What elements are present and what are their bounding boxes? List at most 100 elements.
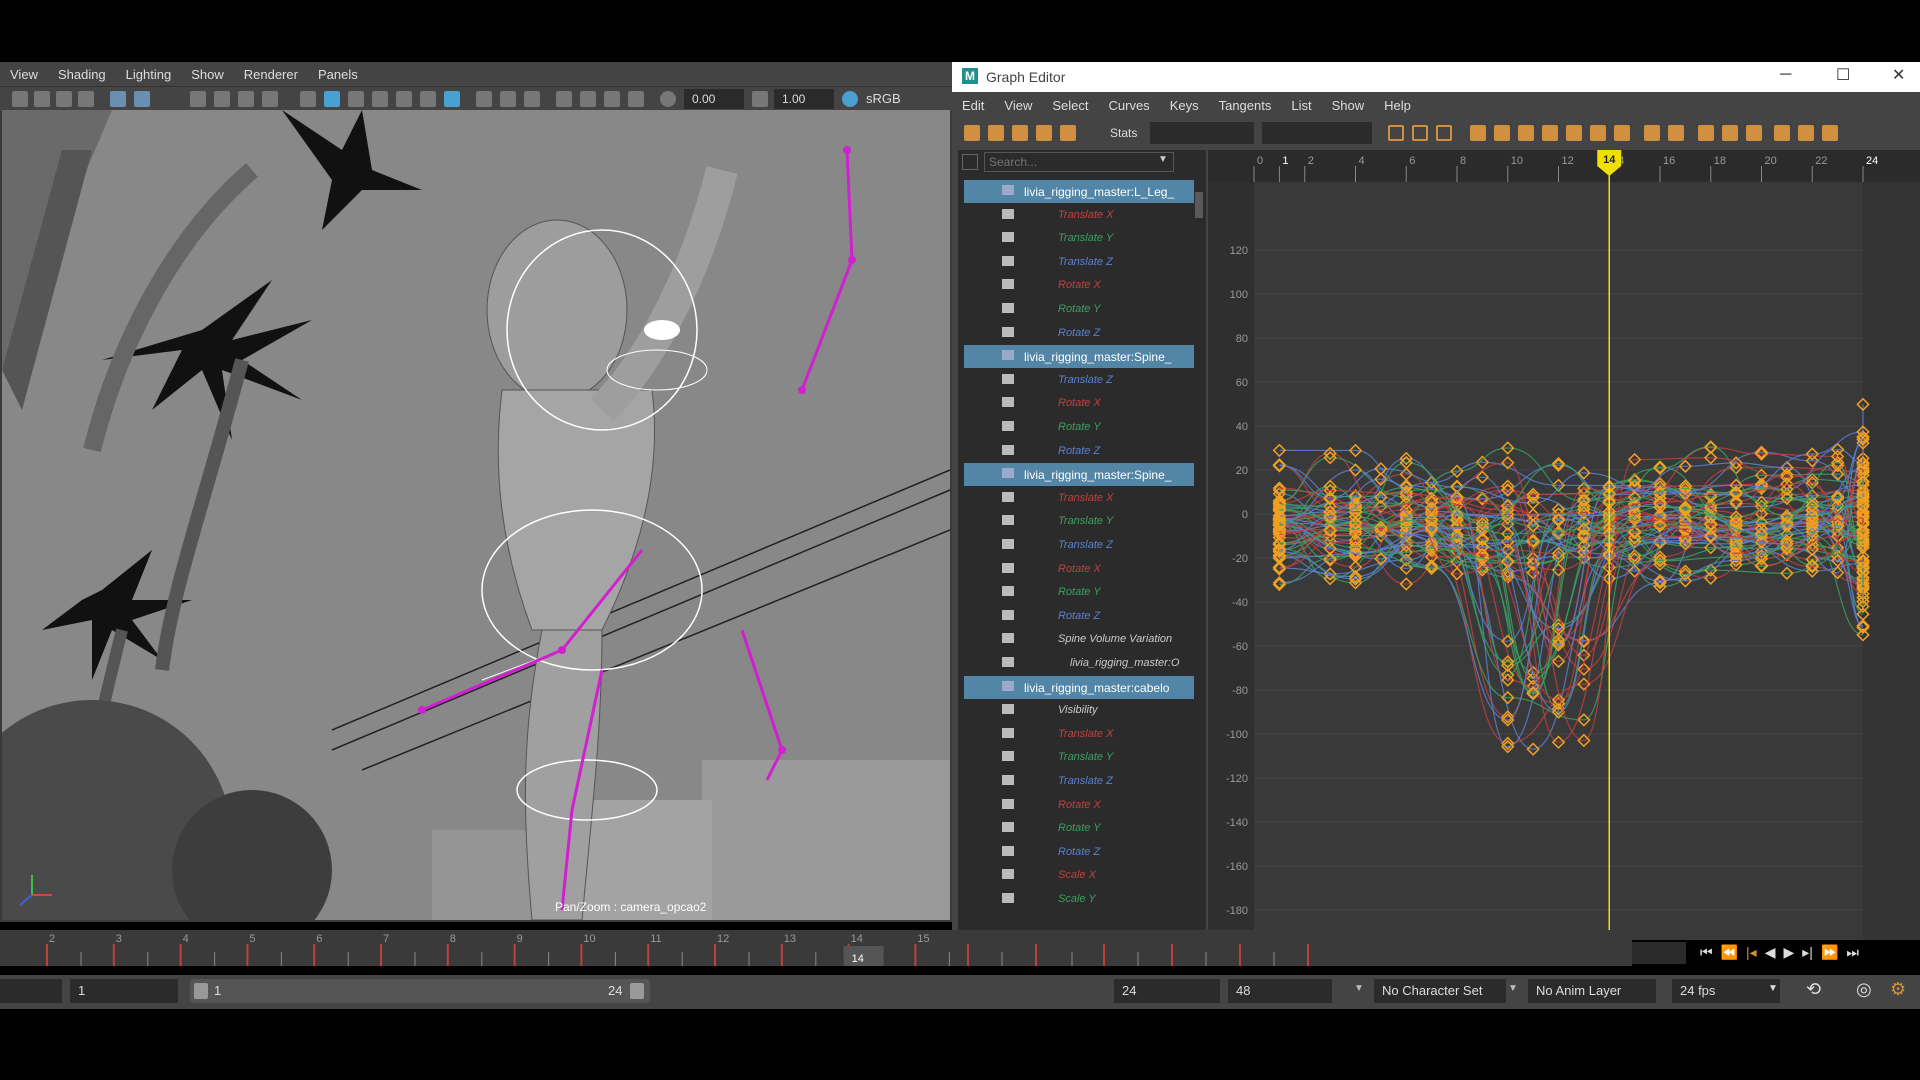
menu-keys[interactable]: Keys: [1160, 98, 1209, 113]
end-frame-field[interactable]: 24: [1114, 979, 1220, 1003]
graph-view[interactable]: 120 100 80 60 40 20 0 -20 -40 -60 -80 -100 -120 -140-…: [1208, 150, 1920, 961]
unify-tangent-icon[interactable]: [1668, 125, 1684, 141]
outliner-channel[interactable]: Translate Z: [964, 369, 1194, 392]
character-set-dropdown[interactable]: No Character Set: [1374, 979, 1506, 1003]
outliner-channel[interactable]: Scale X: [964, 864, 1194, 887]
outliner-node[interactable]: livia_rigging_master:Spine_: [964, 463, 1194, 487]
outliner-node[interactable]: livia_rigging_master:Spine_: [964, 345, 1194, 369]
anim-layer-dropdown[interactable]: No Anim Layer: [1528, 979, 1656, 1003]
retime-icon[interactable]: [1060, 125, 1076, 141]
character-set-dropdown-icon[interactable]: ▼: [1354, 983, 1364, 994]
wireframe-on-shaded-icon[interactable]: [348, 91, 364, 107]
outliner-channel[interactable]: Rotate X: [964, 392, 1194, 415]
smooth-shade-icon[interactable]: [324, 91, 340, 107]
color-space-label[interactable]: sRGB: [866, 91, 901, 106]
step-back-key-icon[interactable]: ⏪: [1721, 944, 1738, 961]
menu-panels[interactable]: Panels: [308, 67, 368, 82]
outliner-node[interactable]: livia_rigging_master:cabelo: [964, 675, 1194, 699]
xray-joints-icon[interactable]: [500, 91, 516, 107]
graph-editor-titlebar[interactable]: M Graph Editor ─ ☐ ✕: [952, 62, 1920, 92]
outliner-channel[interactable]: Rotate X: [964, 558, 1194, 581]
menu-view[interactable]: View: [994, 98, 1042, 113]
menu-view[interactable]: View: [0, 67, 48, 82]
camera-attributes-icon[interactable]: [34, 91, 50, 107]
search-input[interactable]: [984, 152, 1174, 172]
auto-key-icon[interactable]: ◎: [1856, 979, 1872, 1000]
outliner-channel[interactable]: Rotate Z: [964, 605, 1194, 628]
outliner-channel[interactable]: Scale Y: [964, 888, 1194, 910]
frame-all-icon[interactable]: [1388, 125, 1404, 141]
blank-field[interactable]: [0, 979, 62, 1003]
outliner-node[interactable]: livia_rigging_master:L_Leg_: [964, 180, 1194, 203]
bookmark-icon[interactable]: [56, 91, 72, 107]
graph-editor-window[interactable]: M Graph Editor ─ ☐ ✕ Edit View Select Cu…: [952, 62, 1920, 964]
outliner-channel[interactable]: Rotate Z: [964, 322, 1194, 345]
gamma-field[interactable]: 1.00: [774, 89, 834, 109]
maximize-icon[interactable]: ☐: [1836, 65, 1850, 85]
stats-field-2[interactable]: [1262, 122, 1372, 144]
curve-graph[interactable]: 120100806040200-20-40-60-80-100-120-140-…: [1208, 150, 1920, 961]
curve-filter-icon[interactable]: [1822, 125, 1838, 141]
time-slider-extension[interactable]: [952, 930, 1632, 966]
move-key-icon[interactable]: [964, 125, 980, 141]
region-icon[interactable]: [1036, 125, 1052, 141]
outliner-channel[interactable]: Visibility: [964, 699, 1194, 722]
fps-dropdown[interactable]: 24 fps: [1672, 979, 1780, 1003]
time-slider-ticks[interactable]: 2 3 4 5 6 7 8 9 10 11 12 13 14 15 14: [0, 930, 952, 966]
step-back-frame-icon[interactable]: |◂: [1746, 944, 1757, 961]
outliner-scrollbar[interactable]: [1194, 178, 1204, 898]
auto-tangent-icon[interactable]: [1470, 125, 1486, 141]
loop-icon[interactable]: ⟲: [1806, 979, 1821, 1000]
outliner-channel[interactable]: Translate Y: [964, 510, 1194, 533]
outliner-channel[interactable]: Translate Z: [964, 534, 1194, 557]
xray-components-icon[interactable]: [524, 91, 540, 107]
exposure-field[interactable]: 0.00: [684, 89, 744, 109]
step-forward-frame-icon[interactable]: ▸|: [1802, 944, 1813, 961]
outliner-channel[interactable]: Translate Z: [964, 251, 1194, 274]
anim-layer-dropdown-icon[interactable]: ▼: [1508, 983, 1518, 994]
lights-icon[interactable]: [396, 91, 412, 107]
outliner-channel[interactable]: Translate X: [964, 487, 1194, 510]
outliner-channel[interactable]: Translate Y: [964, 227, 1194, 250]
field-chart-icon[interactable]: [238, 91, 254, 107]
color-management-icon[interactable]: [842, 91, 858, 107]
spline-tangent-icon[interactable]: [1494, 125, 1510, 141]
wireframe-icon[interactable]: [300, 91, 316, 107]
menu-tangents[interactable]: Tangents: [1209, 98, 1282, 113]
break-tangent-icon[interactable]: [1644, 125, 1660, 141]
outliner-channel[interactable]: livia_rigging_master:O: [964, 652, 1194, 675]
play-forward-icon[interactable]: ▶: [1784, 944, 1795, 961]
range-slider[interactable]: 1 24: [190, 979, 650, 1003]
play-backward-icon[interactable]: ◀: [1765, 944, 1776, 961]
range-start-handle[interactable]: [194, 983, 208, 999]
flat-tangent-icon[interactable]: [1566, 125, 1582, 141]
isolate-select-icon[interactable]: [444, 91, 460, 107]
go-to-end-icon[interactable]: ⏭: [1846, 944, 1859, 961]
lock-weight-icon[interactable]: [1722, 125, 1738, 141]
viewport-panel[interactable]: View Shading Lighting Show Renderer Pane…: [0, 62, 952, 922]
menu-curves[interactable]: Curves: [1099, 98, 1160, 113]
step-forward-key-icon[interactable]: ⏩: [1821, 944, 1838, 961]
outliner-channel[interactable]: Translate X: [964, 723, 1194, 746]
scrollbar-thumb[interactable]: [1195, 192, 1203, 218]
outliner-channel[interactable]: Translate Y: [964, 746, 1194, 769]
outliner-channel[interactable]: Rotate Z: [964, 841, 1194, 864]
outliner-channel[interactable]: Translate X: [964, 204, 1194, 227]
trax-icon[interactable]: [1798, 125, 1814, 141]
clamped-tangent-icon[interactable]: [1518, 125, 1534, 141]
menu-help[interactable]: Help: [1374, 98, 1421, 113]
filter-icon[interactable]: [962, 154, 978, 170]
outliner-channel[interactable]: Rotate Y: [964, 298, 1194, 321]
menu-lighting[interactable]: Lighting: [116, 67, 182, 82]
resolution-gate-icon[interactable]: [190, 91, 206, 107]
linear-tangent-icon[interactable]: [1542, 125, 1558, 141]
film-gate-icon[interactable]: [134, 91, 150, 107]
free-weight-icon[interactable]: [1698, 125, 1714, 141]
minimize-icon[interactable]: ─: [1780, 66, 1791, 84]
center-current-icon[interactable]: [1436, 125, 1452, 141]
outliner-channel[interactable]: Spine Volume Variation: [964, 628, 1194, 651]
frame-all-icon[interactable]: [580, 91, 596, 107]
step-tangent-icon[interactable]: [1590, 125, 1606, 141]
menu-list[interactable]: List: [1281, 98, 1321, 113]
graph-outliner[interactable]: ▼ livia_rigging_master:L_Leg_ Translate X…: [958, 150, 1206, 940]
